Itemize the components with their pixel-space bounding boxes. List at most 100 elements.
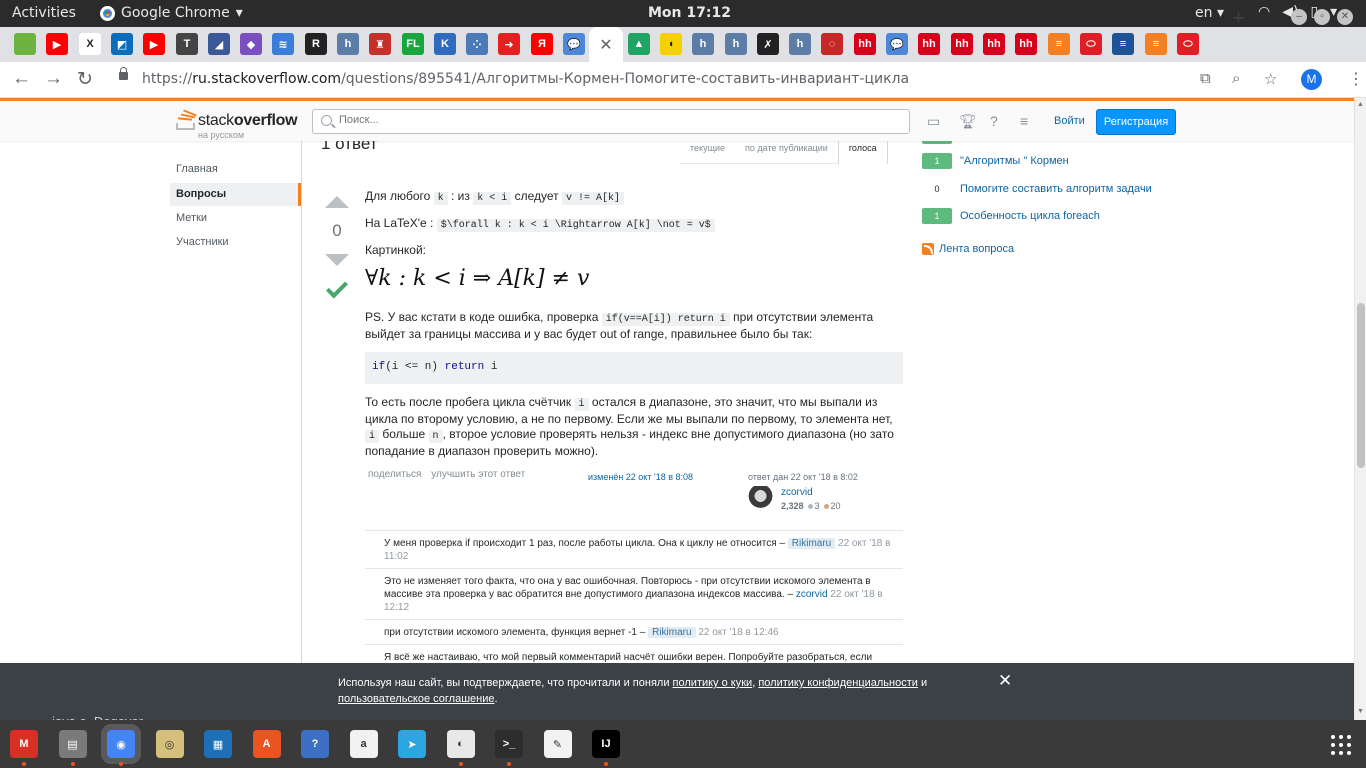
- browser-tab[interactable]: ◩: [111, 33, 133, 55]
- terminal-launcher[interactable]: >_: [495, 730, 523, 766]
- store-launcher[interactable]: A: [252, 730, 281, 758]
- files-launcher[interactable]: ▤: [58, 730, 87, 766]
- nav-home[interactable]: Главная: [176, 163, 218, 175]
- browser-tab[interactable]: hh: [951, 33, 973, 55]
- clock[interactable]: Mon 17:12: [648, 5, 731, 21]
- gmail-launcher[interactable]: M: [10, 730, 38, 766]
- terms-link[interactable]: пользовательское соглашение: [338, 693, 495, 705]
- search-box[interactable]: [312, 109, 910, 134]
- sort-tab-active[interactable]: текущие: [680, 141, 735, 163]
- address-bar[interactable]: https://ru.stackoverflow.com/questions/8…: [142, 71, 909, 87]
- browser-tab[interactable]: h: [337, 33, 359, 55]
- active-tab[interactable]: ✕: [589, 27, 623, 62]
- browser-tab[interactable]: ≡: [1112, 33, 1134, 55]
- site-switcher-icon[interactable]: ≡: [1020, 113, 1028, 129]
- telegram-launcher[interactable]: ➤: [398, 730, 426, 758]
- upvote-arrow-icon[interactable]: [325, 196, 349, 208]
- browser-tab[interactable]: ◢: [208, 33, 230, 55]
- close-icon[interactable]: ✕: [998, 672, 1012, 689]
- amazon-launcher[interactable]: a: [349, 730, 378, 758]
- achievements-icon[interactable]: 🏆︎: [959, 113, 977, 130]
- edited-timestamp-link[interactable]: изменён 22 окт '18 в 8:08: [588, 472, 693, 482]
- browser-tab[interactable]: ◖: [660, 33, 682, 55]
- related-question-link[interactable]: 1 Особенность цикла foreach: [922, 208, 1100, 224]
- browser-tab[interactable]: K: [434, 33, 456, 55]
- comment-user-link[interactable]: Rikimaru: [787, 538, 836, 549]
- browser-tab[interactable]: h: [789, 33, 811, 55]
- browser-tab[interactable]: T: [176, 33, 198, 55]
- translate-icon[interactable]: ⧉: [1200, 70, 1211, 87]
- scroll-down-icon[interactable]: ▼: [1357, 708, 1364, 715]
- browser-tab[interactable]: hh: [918, 33, 940, 55]
- forward-button[interactable]: →: [44, 68, 63, 90]
- nav-tags[interactable]: Метки: [176, 212, 207, 224]
- minimize-button[interactable]: –: [1291, 9, 1307, 25]
- new-tab-button[interactable]: +: [1232, 5, 1245, 31]
- browser-tab[interactable]: ⁘: [466, 33, 488, 55]
- share-link[interactable]: поделиться: [368, 469, 421, 480]
- improve-answer-link[interactable]: улучшить этот ответ: [431, 469, 525, 480]
- browser-tab[interactable]: [14, 33, 36, 55]
- related-question-link[interactable]: 1 "Алгоритмы " Кормен: [922, 153, 1069, 169]
- page-scrollbar[interactable]: ▲ ▼: [1354, 98, 1366, 720]
- browser-tab[interactable]: R: [305, 33, 327, 55]
- related-question-link[interactable]: 0 Помогите составить алгоритм задачи: [922, 181, 1151, 197]
- bookmark-star-icon[interactable]: ☆: [1264, 70, 1277, 88]
- lock-icon[interactable]: [119, 67, 128, 80]
- browser-tab[interactable]: ≡: [1048, 33, 1070, 55]
- downvote-arrow-icon[interactable]: [325, 254, 349, 266]
- browser-tab[interactable]: ◆: [240, 33, 262, 55]
- profile-avatar[interactable]: M: [1301, 69, 1322, 90]
- browser-tab[interactable]: Я: [531, 33, 553, 55]
- help-icon[interactable]: ?: [990, 113, 998, 129]
- browser-tab[interactable]: hh: [983, 33, 1005, 55]
- back-button[interactable]: ←: [12, 68, 31, 90]
- browser-tab[interactable]: hh: [1015, 33, 1037, 55]
- browser-tab[interactable]: ➜: [498, 33, 520, 55]
- webcam-launcher[interactable]: ◎: [155, 730, 184, 758]
- user-name-link[interactable]: zcorvid: [781, 487, 813, 498]
- cookie-policy-link[interactable]: политику о куки: [673, 677, 753, 689]
- avatar[interactable]: [748, 486, 773, 511]
- sort-tab-oldest[interactable]: по дате публикации: [735, 141, 838, 163]
- scrollbar-thumb[interactable]: [1357, 303, 1365, 468]
- browser-tab[interactable]: h: [692, 33, 714, 55]
- browser-tab[interactable]: ▶: [143, 33, 165, 55]
- browser-tab[interactable]: ≋: [272, 33, 294, 55]
- browser-tab[interactable]: ≡: [1145, 33, 1167, 55]
- zoom-icon[interactable]: ⌕: [1232, 70, 1240, 87]
- browser-tab[interactable]: ⬭: [1080, 33, 1102, 55]
- browser-tab[interactable]: ⬭: [1177, 33, 1199, 55]
- app-menu[interactable]: Google Chrome ▾: [100, 5, 243, 21]
- close-window-button[interactable]: ✕: [1337, 9, 1353, 25]
- search-input[interactable]: [339, 114, 899, 126]
- question-feed-link[interactable]: Лента вопроса: [922, 243, 1014, 255]
- browser-tab[interactable]: X: [79, 33, 101, 55]
- chrome-launcher[interactable]: ◉: [101, 724, 141, 766]
- browser-tab[interactable]: h: [725, 33, 747, 55]
- browser-tab[interactable]: 💬: [563, 33, 585, 55]
- browser-tab[interactable]: FL: [402, 33, 424, 55]
- browser-tab[interactable]: ◌: [821, 33, 843, 55]
- eclipse-launcher[interactable]: ◐: [446, 730, 475, 766]
- comment-date[interactable]: 22 окт '18 в 12:46: [698, 627, 778, 638]
- chrome-menu-icon[interactable]: ⋮: [1348, 69, 1364, 89]
- help-launcher[interactable]: ?: [301, 730, 329, 758]
- input-language[interactable]: en ▾: [1195, 5, 1224, 21]
- privacy-policy-link[interactable]: политику конфиденциальности: [758, 677, 918, 689]
- browser-tab[interactable]: ▶: [46, 33, 68, 55]
- writer-launcher[interactable]: ▦: [204, 730, 232, 758]
- browser-tab[interactable]: ♜: [369, 33, 391, 55]
- sort-tab-votes[interactable]: голоса: [837, 141, 888, 164]
- nav-users[interactable]: Участники: [176, 236, 229, 248]
- browser-tab[interactable]: ✗: [757, 33, 779, 55]
- maximize-button[interactable]: ▫: [1314, 9, 1330, 25]
- intellij-launcher[interactable]: IJ: [592, 730, 620, 766]
- nav-questions[interactable]: Вопросы: [170, 183, 301, 206]
- activities-button[interactable]: Activities: [12, 5, 76, 21]
- login-link[interactable]: Войти: [1054, 115, 1085, 127]
- browser-tab[interactable]: hh: [854, 33, 876, 55]
- signup-button[interactable]: Регистрация: [1096, 109, 1176, 135]
- browser-tab[interactable]: ▲: [628, 33, 650, 55]
- browser-tab[interactable]: 💬: [886, 33, 908, 55]
